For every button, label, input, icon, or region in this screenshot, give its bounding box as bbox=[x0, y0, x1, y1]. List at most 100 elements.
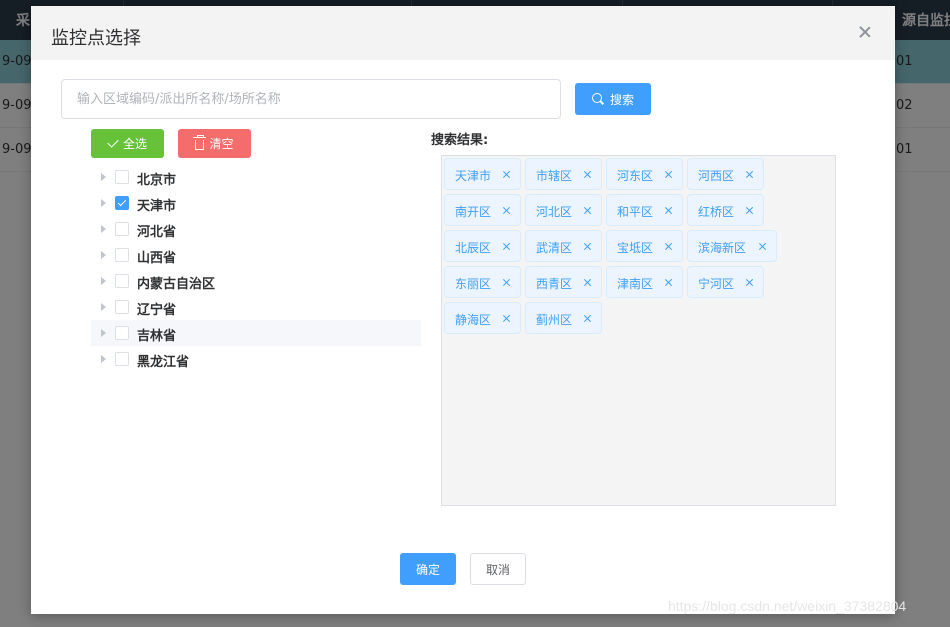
result-tag-label: 宁河区 bbox=[698, 277, 735, 291]
result-tag-label: 西青区 bbox=[536, 277, 573, 291]
tag-close-icon[interactable] bbox=[583, 206, 592, 215]
trash-icon bbox=[193, 134, 207, 150]
tree-checkbox[interactable] bbox=[115, 274, 129, 288]
tag-close-icon[interactable] bbox=[583, 278, 592, 287]
tree-node-label: 辽宁省 bbox=[137, 303, 177, 318]
result-tag: 河东区 bbox=[606, 158, 683, 190]
tag-close-icon[interactable] bbox=[583, 314, 592, 323]
result-tag-label: 宝坻区 bbox=[617, 241, 654, 255]
result-tag-label: 静海区 bbox=[455, 313, 492, 327]
clear-button[interactable]: 清空 bbox=[178, 129, 251, 158]
tree-node-label: 黑龙江省 bbox=[137, 355, 190, 370]
expand-arrow-icon[interactable] bbox=[101, 199, 106, 207]
tag-close-icon[interactable] bbox=[502, 170, 511, 179]
cancel-button[interactable]: 取消 bbox=[470, 553, 526, 585]
tag-close-icon[interactable] bbox=[502, 206, 511, 215]
select-all-label: 全选 bbox=[122, 137, 147, 151]
tag-close-icon[interactable] bbox=[664, 278, 673, 287]
check-icon bbox=[107, 136, 119, 148]
clear-label: 清空 bbox=[209, 137, 234, 151]
tree-checkbox[interactable] bbox=[115, 196, 129, 210]
result-tag: 红桥区 bbox=[687, 194, 764, 226]
result-tag-label: 武清区 bbox=[536, 241, 573, 255]
tag-close-icon[interactable] bbox=[758, 242, 767, 251]
tag-close-icon[interactable] bbox=[745, 170, 754, 179]
expand-arrow-icon[interactable] bbox=[101, 277, 106, 285]
tree-node[interactable]: 辽宁省 bbox=[91, 294, 421, 320]
result-tag: 河西区 bbox=[687, 158, 764, 190]
tag-close-icon[interactable] bbox=[745, 278, 754, 287]
result-tag-label: 红桥区 bbox=[698, 205, 735, 219]
tag-close-icon[interactable] bbox=[745, 206, 754, 215]
tree-checkbox[interactable] bbox=[115, 300, 129, 314]
tree-checkbox[interactable] bbox=[115, 222, 129, 236]
result-tag: 市辖区 bbox=[525, 158, 602, 190]
expand-arrow-icon[interactable] bbox=[101, 355, 106, 363]
tree-node[interactable]: 天津市 bbox=[91, 190, 421, 216]
tree-node[interactable]: 内蒙古自治区 bbox=[91, 268, 421, 294]
monitor-point-dialog: 监控点选择 搜索 全选 清空 北京市天津市河北省山西省内蒙古自治区辽宁省吉林省黑… bbox=[31, 6, 895, 614]
result-tag: 天津市 bbox=[444, 158, 521, 190]
confirm-button[interactable]: 确定 bbox=[400, 553, 456, 585]
tree-node[interactable]: 北京市 bbox=[91, 164, 421, 190]
result-tag: 宝坻区 bbox=[606, 230, 683, 262]
result-tag: 和平区 bbox=[606, 194, 683, 226]
dialog-title: 监控点选择 bbox=[51, 28, 141, 49]
result-tag: 津南区 bbox=[606, 266, 683, 298]
tree-node-label: 吉林省 bbox=[137, 329, 177, 344]
tree-checkbox[interactable] bbox=[115, 352, 129, 366]
result-tag: 西青区 bbox=[525, 266, 602, 298]
expand-arrow-icon[interactable] bbox=[101, 251, 106, 259]
tag-close-icon[interactable] bbox=[664, 170, 673, 179]
tag-close-icon[interactable] bbox=[583, 170, 592, 179]
region-tree: 北京市天津市河北省山西省内蒙古自治区 辽宁省吉林省黑龙江省 bbox=[91, 164, 421, 372]
tag-close-icon[interactable] bbox=[664, 242, 673, 251]
tag-close-icon[interactable] bbox=[583, 242, 592, 251]
result-tag-label: 北辰区 bbox=[455, 241, 492, 255]
tag-close-icon[interactable] bbox=[502, 314, 511, 323]
result-tag: 滨海新区 bbox=[687, 230, 777, 262]
result-tag: 南开区 bbox=[444, 194, 521, 226]
tree-node-label: 内蒙古自治区 bbox=[137, 277, 216, 292]
result-tag-label: 东丽区 bbox=[455, 277, 492, 291]
tag-close-icon[interactable] bbox=[664, 206, 673, 215]
result-tag-label: 天津市 bbox=[455, 169, 492, 183]
search-icon bbox=[591, 93, 604, 105]
cancel-label: 取消 bbox=[485, 562, 510, 577]
confirm-label: 确定 bbox=[415, 562, 440, 577]
expand-arrow-icon[interactable] bbox=[101, 225, 106, 233]
tree-node[interactable]: 黑龙江省 bbox=[91, 346, 421, 372]
results-title: 搜索结果: bbox=[431, 133, 489, 148]
tree-node-label: 河北省 bbox=[137, 225, 177, 240]
result-tag: 静海区 bbox=[444, 302, 521, 334]
result-tag: 宁河区 bbox=[687, 266, 764, 298]
result-tag-label: 和平区 bbox=[617, 205, 654, 219]
tree-node[interactable]: 山西省 bbox=[91, 242, 421, 268]
result-tag: 北辰区 bbox=[444, 230, 521, 262]
tree-node[interactable]: 吉林省 bbox=[91, 320, 421, 346]
tag-close-icon[interactable] bbox=[502, 242, 511, 251]
result-tag-label: 蓟州区 bbox=[536, 313, 573, 327]
search-input[interactable] bbox=[61, 79, 561, 119]
tree-checkbox[interactable] bbox=[115, 326, 129, 340]
tree-checkbox[interactable] bbox=[115, 248, 129, 262]
search-results-box: 天津市 市辖区 河东区 河西区南开区 河北区 和平区 红桥区北辰区 武清区 宝坻区 滨海新区东丽区… bbox=[441, 155, 836, 506]
result-tag: 东丽区 bbox=[444, 266, 521, 298]
tree-checkbox[interactable] bbox=[115, 170, 129, 184]
result-tag: 武清区 bbox=[525, 230, 602, 262]
tree-node-label: 山西省 bbox=[137, 251, 177, 266]
result-tag-label: 南开区 bbox=[455, 205, 492, 219]
expand-arrow-icon[interactable] bbox=[101, 303, 106, 311]
expand-arrow-icon[interactable] bbox=[101, 329, 106, 337]
result-tag-label: 河北区 bbox=[536, 205, 573, 219]
result-tag-label: 河东区 bbox=[617, 169, 654, 183]
tree-node-label: 天津市 bbox=[137, 199, 177, 214]
tag-close-icon[interactable] bbox=[502, 278, 511, 287]
tree-node-label: 北京市 bbox=[137, 173, 177, 188]
search-button[interactable]: 搜索 bbox=[575, 83, 651, 115]
tree-node[interactable]: 河北省 bbox=[91, 216, 421, 242]
close-icon[interactable] bbox=[857, 24, 873, 40]
expand-arrow-icon[interactable] bbox=[101, 173, 106, 181]
select-all-button[interactable]: 全选 bbox=[91, 129, 164, 158]
result-tag-label: 市辖区 bbox=[536, 169, 573, 183]
